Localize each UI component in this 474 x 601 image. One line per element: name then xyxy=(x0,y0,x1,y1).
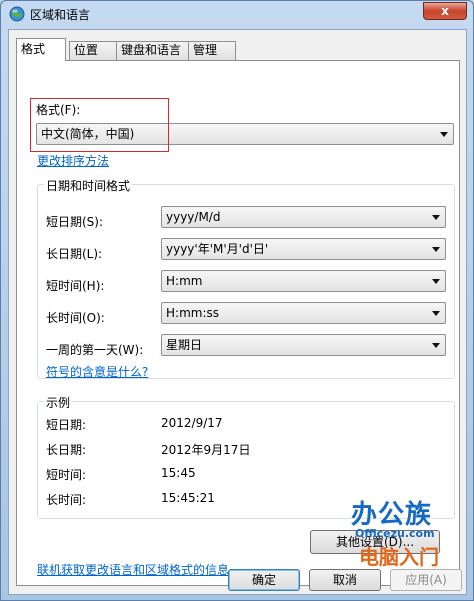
globe-icon xyxy=(9,6,25,22)
example-long-time-value: 15:45:21 xyxy=(161,491,215,505)
region-language-window: 区域和语言 x 格式 位置 键盘和语言 管理 格式(F): 中文(简体，中国) … xyxy=(0,0,474,601)
first-day-select[interactable]: 星期日 xyxy=(161,334,446,356)
long-time-label: 长时间(O): xyxy=(46,311,105,325)
highlight-box xyxy=(30,98,169,152)
other-settings-button[interactable]: 其他设置(D)... xyxy=(310,530,440,554)
tab-format[interactable]: 格式 xyxy=(16,38,66,61)
title-bar[interactable]: 区域和语言 x xyxy=(1,1,473,27)
chevron-down-icon xyxy=(432,247,440,252)
tab-admin[interactable]: 管理 xyxy=(188,41,236,60)
long-time-select[interactable]: H:mm:ss xyxy=(161,302,446,324)
datetime-group-title: 日期和时间格式 xyxy=(44,177,133,194)
dialog-client: 格式 位置 键盘和语言 管理 格式(F): 中文(简体，中国) 更改排序方法 日… xyxy=(8,29,467,595)
chevron-down-icon xyxy=(432,215,440,220)
change-sort-link[interactable]: 更改排序方法 xyxy=(37,152,109,169)
close-button[interactable]: x xyxy=(423,2,467,20)
chevron-down-icon xyxy=(432,311,440,316)
example-long-date-value: 2012年9月17日 xyxy=(161,443,251,457)
symbol-meaning-link[interactable]: 符号的含意是什么? xyxy=(46,363,148,380)
format-tab-panel: 格式(F): 中文(简体，中国) 更改排序方法 日期和时间格式 短日期(S): … xyxy=(16,60,460,586)
chevron-down-icon xyxy=(440,132,448,137)
long-date-label: 长日期(L): xyxy=(46,247,103,261)
example-group: 示例 短日期: 2012/9/17 长日期: 2012年9月17日 短时间: 1… xyxy=(37,394,455,519)
chevron-down-icon xyxy=(432,343,440,348)
example-long-time-label: 长时间: xyxy=(46,493,87,507)
example-short-time-label: 短时间: xyxy=(46,468,87,482)
apply-button[interactable]: 应用(A) xyxy=(390,569,462,591)
tab-location[interactable]: 位置 xyxy=(69,41,117,60)
window-title: 区域和语言 xyxy=(30,8,91,22)
example-short-date-value: 2012/9/17 xyxy=(161,416,223,430)
datetime-format-group: 日期和时间格式 短日期(S): yyyy/M/d 长日期(L): yyyy'年'… xyxy=(37,177,455,380)
example-long-date-label: 长日期: xyxy=(46,443,87,457)
example-group-title: 示例 xyxy=(44,394,73,411)
chevron-down-icon xyxy=(432,279,440,284)
short-date-label: 短日期(S): xyxy=(46,215,104,229)
tab-keyboard-language[interactable]: 键盘和语言 xyxy=(116,41,189,60)
first-day-label: 一周的第一天(W): xyxy=(46,343,144,357)
example-short-date-label: 短日期: xyxy=(46,418,87,432)
cancel-button[interactable]: 取消 xyxy=(309,569,381,591)
short-time-select[interactable]: H:mm xyxy=(161,270,446,292)
short-time-label: 短时间(H): xyxy=(46,279,105,293)
close-icon: x xyxy=(441,4,449,18)
ok-button[interactable]: 确定 xyxy=(228,569,300,591)
online-info-link[interactable]: 联机获取更改语言和区域格式的信息 xyxy=(37,561,229,578)
example-short-time-value: 15:45 xyxy=(161,466,196,480)
long-date-select[interactable]: yyyy'年'M'月'd'日' xyxy=(161,238,446,260)
short-date-select[interactable]: yyyy/M/d xyxy=(161,206,446,228)
